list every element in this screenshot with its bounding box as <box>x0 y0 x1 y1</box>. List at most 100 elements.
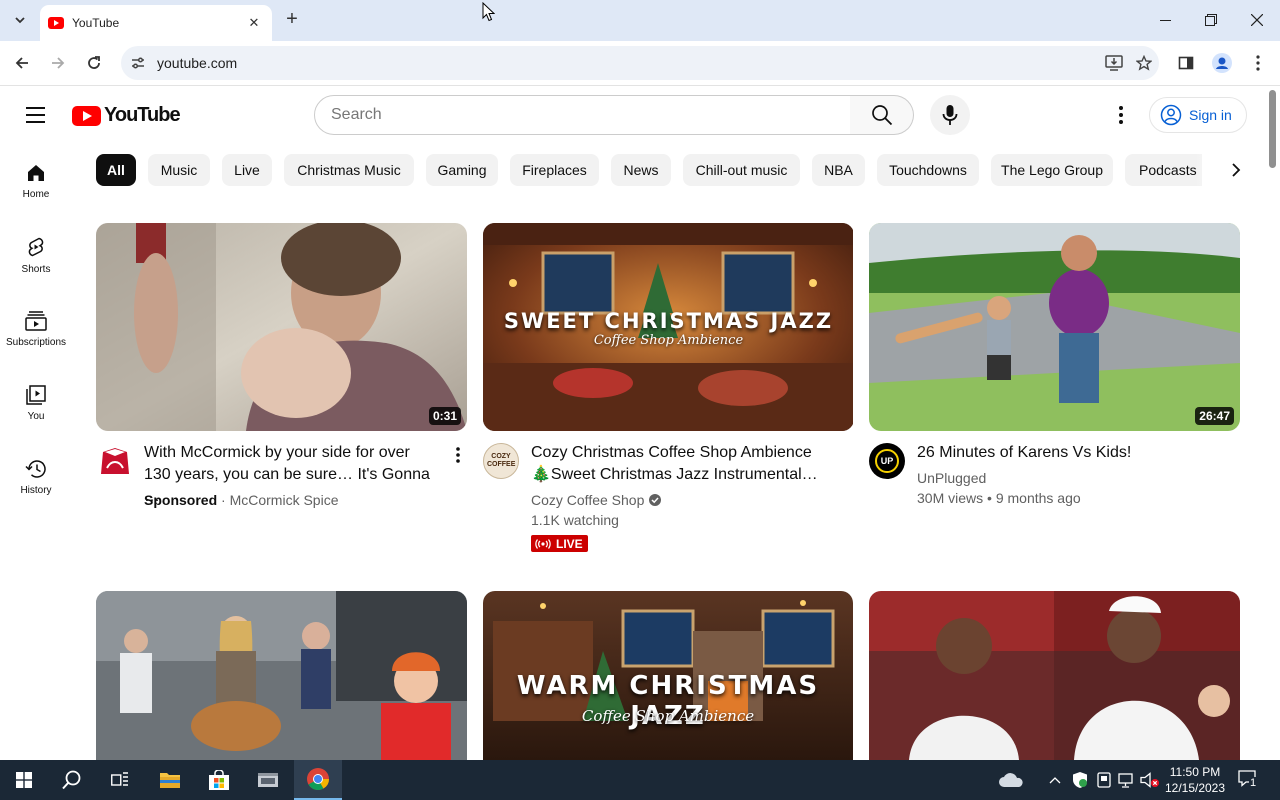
tab-search-button[interactable] <box>8 8 32 32</box>
thumbnail-image-street-performers <box>96 591 467 760</box>
sign-in-button[interactable]: Sign in <box>1149 97 1247 133</box>
folder-icon <box>160 773 180 788</box>
guide-label-history: History <box>20 484 52 496</box>
chip-gaming[interactable]: Gaming <box>426 154 498 186</box>
side-panel-icon <box>1178 56 1194 70</box>
channel-avatar-unplugged[interactable]: UP <box>869 443 905 479</box>
taskbar-clock[interactable]: 11:50 PM 12/15/2023 <box>1160 764 1230 796</box>
back-button[interactable] <box>8 49 36 77</box>
reload-icon <box>88 56 100 69</box>
video-thumbnail[interactable]: WARM CHRISTMAS JAZZ Coffee Shop Ambience <box>483 591 853 760</box>
taskbar-search-button[interactable] <box>48 760 96 800</box>
volume-muted-icon[interactable] <box>1140 770 1160 790</box>
video-thumbnail[interactable]: 26:47 <box>869 223 1240 431</box>
guide-item-you[interactable]: You <box>4 370 68 436</box>
chip-all[interactable]: All <box>96 154 136 186</box>
channel-row: Cozy Coffee Shop <box>531 490 662 510</box>
video-thumbnail[interactable] <box>869 591 1240 760</box>
device-icon[interactable] <box>1094 770 1114 790</box>
channel-avatar-cozy-coffee[interactable]: COZY COFFEE <box>483 443 519 479</box>
profile-button[interactable] <box>1208 49 1236 77</box>
channel-name[interactable]: McCormick Spice <box>230 492 339 508</box>
search-box <box>314 95 851 135</box>
browser-tab-youtube[interactable]: YouTube ✕ <box>40 5 272 41</box>
forward-button[interactable] <box>44 49 72 77</box>
address-bar[interactable]: youtube.com <box>121 46 1159 80</box>
guide-item-home[interactable]: Home <box>4 148 68 214</box>
chip-fireplaces[interactable]: Fireplaces <box>510 154 599 186</box>
taskbar-app[interactable] <box>244 760 292 800</box>
voice-search-button[interactable] <box>930 95 970 135</box>
video-title[interactable]: 26 Minutes of Karens Vs Kids! <box>917 442 1207 464</box>
new-tab-button[interactable]: + <box>281 9 303 31</box>
task-view-button[interactable] <box>96 760 144 800</box>
action-center-icon[interactable]: 1 <box>1238 769 1258 789</box>
url-text: youtube.com <box>157 55 238 71</box>
video-thumbnail[interactable]: 0:31 <box>96 223 467 431</box>
scrollbar-thumb[interactable] <box>1269 90 1276 168</box>
video-title[interactable]: Cozy Christmas Coffee Shop Ambience 🎄Swe… <box>531 442 821 486</box>
more-vert-icon <box>1119 106 1123 124</box>
search-icon <box>871 105 892 126</box>
close-icon <box>1251 14 1263 26</box>
install-app-icon[interactable] <box>1099 48 1129 78</box>
chip-nba[interactable]: NBA <box>812 154 865 186</box>
chip-christmas-music[interactable]: Christmas Music <box>284 154 414 186</box>
guide-item-subscriptions[interactable]: Subscriptions <box>4 296 68 362</box>
chip-chill-out-music[interactable]: Chill-out music <box>683 154 800 186</box>
youtube-logo-text: YouTube <box>104 104 181 126</box>
chips-next-button[interactable] <box>1222 156 1250 184</box>
taskbar-microsoft-store[interactable] <box>195 760 243 800</box>
channel-name[interactable]: UnPlugged <box>917 468 986 488</box>
reload-button[interactable] <box>80 49 108 77</box>
verified-badge-icon <box>649 494 662 506</box>
site-settings-icon[interactable] <box>124 49 152 77</box>
guide-label-subscriptions: Subscriptions <box>5 336 67 348</box>
onedrive-icon[interactable] <box>998 770 1024 790</box>
thumbnail-headline: SWEET CHRISTMAS JAZZ <box>503 309 834 333</box>
chip-the-lego-group[interactable]: The Lego Group <box>991 154 1113 186</box>
taskbar-chrome[interactable] <box>294 760 342 800</box>
chevron-right-icon <box>1232 163 1241 177</box>
tab-close-icon[interactable]: ✕ <box>246 15 262 31</box>
windows-logo-icon <box>16 772 32 788</box>
start-button[interactable] <box>0 760 48 800</box>
youtube-logo[interactable]: YouTube <box>72 104 181 127</box>
guide-item-history[interactable]: History <box>4 444 68 510</box>
history-icon <box>25 459 46 478</box>
restore-button[interactable] <box>1188 0 1234 40</box>
video-thumbnail[interactable] <box>96 591 467 760</box>
arrow-left-icon <box>15 57 28 69</box>
channel-avatar-mccormick[interactable] <box>97 443 133 479</box>
search-input[interactable] <box>331 106 850 124</box>
guide-label-shorts: Shorts <box>21 263 51 275</box>
video-thumbnail[interactable]: SWEET CHRISTMAS JAZZ Coffee Shop Ambienc… <box>483 223 854 431</box>
network-icon[interactable] <box>1117 770 1137 790</box>
settings-menu-button[interactable] <box>1107 101 1135 129</box>
show-hidden-icons-chevron-up-icon[interactable] <box>1045 770 1065 790</box>
close-window-button[interactable] <box>1234 0 1280 40</box>
minimize-button[interactable] <box>1142 0 1188 40</box>
browser-menu-button[interactable] <box>1244 49 1272 77</box>
guide-menu-button[interactable] <box>22 101 50 129</box>
guide-item-shorts[interactable]: Shorts <box>4 222 68 288</box>
security-shield-icon[interactable] <box>1070 770 1090 790</box>
chip-podcasts[interactable]: Podcasts <box>1125 154 1202 186</box>
chip-music[interactable]: Music <box>148 154 210 186</box>
thumbnail-image-basketball <box>869 591 1240 760</box>
chip-live[interactable]: Live <box>222 154 272 186</box>
page-scrollbar[interactable] <box>1266 87 1280 760</box>
channel-name[interactable]: Cozy Coffee Shop <box>531 490 644 510</box>
bookmark-star-icon[interactable] <box>1129 48 1159 78</box>
video-menu-button[interactable] <box>446 443 470 467</box>
search-button[interactable] <box>850 95 914 135</box>
guide-label-you: You <box>27 410 45 422</box>
video-stats: 30M views • 9 months ago <box>917 488 1081 508</box>
chrome-icon <box>307 768 329 790</box>
side-panel-button[interactable] <box>1172 49 1200 77</box>
subscriptions-icon <box>25 310 47 331</box>
chip-news[interactable]: News <box>611 154 671 186</box>
taskbar-file-explorer[interactable] <box>146 760 194 800</box>
chip-touchdowns[interactable]: Touchdowns <box>877 154 979 186</box>
video-duration: 0:31 <box>428 407 461 425</box>
